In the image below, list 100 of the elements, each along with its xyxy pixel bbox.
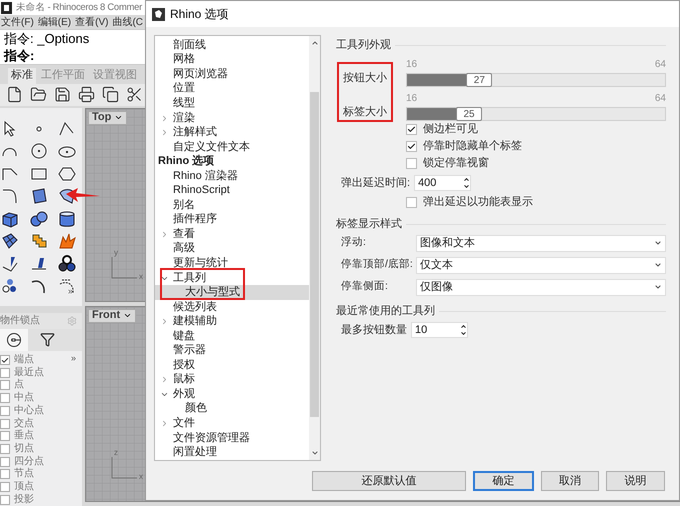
tree-item[interactable]: 剖面线 <box>155 38 309 53</box>
menu-item[interactable]: 文件(F) <box>1 14 34 30</box>
tree-item[interactable]: 建模辅助 <box>155 314 309 329</box>
cylinder-icon[interactable] <box>58 210 76 228</box>
checkbox[interactable] <box>0 456 10 467</box>
copy-icon[interactable] <box>102 86 119 104</box>
checkbox[interactable] <box>0 355 10 366</box>
save-icon[interactable] <box>54 86 71 104</box>
new-file-icon[interactable] <box>6 86 23 104</box>
slider-track[interactable]: 25 <box>406 107 666 121</box>
checkbox[interactable] <box>0 431 10 442</box>
open-folder-icon[interactable] <box>30 86 47 104</box>
dropdown[interactable]: 仅文本 <box>416 256 666 274</box>
menu-item[interactable]: 曲线(C <box>112 14 144 30</box>
dialog-button[interactable]: 说明 <box>606 471 666 491</box>
spheres-icon[interactable] <box>30 210 48 228</box>
checkbox[interactable] <box>0 368 10 378</box>
slider-track[interactable]: 27 <box>406 73 666 87</box>
scroll-down-icon[interactable] <box>310 449 318 457</box>
polygon-icon[interactable] <box>58 164 76 183</box>
checkbox[interactable] <box>406 141 417 152</box>
viewport-tab[interactable]: Front <box>88 308 136 323</box>
circle-icon[interactable] <box>30 142 48 160</box>
tree-item[interactable]: 大小与型式 <box>155 285 309 300</box>
dots-icon[interactable] <box>1 277 19 296</box>
dialog-button[interactable]: 确定 <box>473 471 534 491</box>
surface-icon[interactable] <box>30 187 48 206</box>
checkbox[interactable] <box>406 158 417 169</box>
transform-icon[interactable] <box>1 254 19 273</box>
tree-item[interactable]: 外观 <box>155 387 309 402</box>
tree-item[interactable]: 网页浏览器 <box>155 67 309 82</box>
dimension-curve-icon[interactable] <box>58 277 76 296</box>
tree-item[interactable]: Rhino 选项 <box>155 154 309 169</box>
tree-item[interactable]: 线型 <box>155 96 309 111</box>
spin-up-icon[interactable] <box>460 323 467 330</box>
mesh-icon[interactable] <box>1 232 19 250</box>
checkbox[interactable] <box>0 418 10 429</box>
checkbox[interactable] <box>406 124 417 135</box>
checkbox-label: 四分点 <box>14 456 44 467</box>
circles-icon[interactable] <box>58 254 76 273</box>
checkbox[interactable] <box>0 469 10 480</box>
menu-item[interactable]: 编辑(E) <box>38 14 72 30</box>
toolbar-tab[interactable]: 标准 <box>8 68 36 84</box>
fillet-icon[interactable] <box>1 187 19 206</box>
filter-icon[interactable] <box>40 332 55 348</box>
tree-item[interactable]: RhinoScript <box>155 183 309 198</box>
checkbox[interactable] <box>0 406 10 416</box>
cut-icon[interactable] <box>126 86 143 104</box>
checkbox[interactable] <box>0 380 10 390</box>
scroll-up-icon[interactable] <box>310 39 318 47</box>
more-indicator[interactable]: » <box>68 284 74 298</box>
spin-down-icon[interactable] <box>463 183 470 190</box>
tree-item[interactable]: Rhino 渲染器 <box>155 168 309 184</box>
dialog-button[interactable]: 还原默认值 <box>312 471 466 491</box>
spin-up-icon[interactable] <box>463 176 470 183</box>
dialog-button[interactable]: 取消 <box>540 471 600 491</box>
tree-item[interactable]: 文件资源管理器 <box>155 430 309 446</box>
slider-thumb[interactable]: 25 <box>456 107 482 121</box>
menu-item[interactable]: 查看(V) <box>75 14 108 30</box>
number-field[interactable]: 400 <box>414 175 472 191</box>
checkbox[interactable] <box>0 393 10 404</box>
checkbox[interactable] <box>0 494 10 505</box>
box-icon[interactable] <box>1 210 19 228</box>
tree-item[interactable]: 警示器 <box>155 343 309 358</box>
command-line[interactable]: 指令: <box>4 47 34 64</box>
tree-item[interactable]: 位置 <box>155 82 309 96</box>
tree-item[interactable]: 渲染 <box>155 110 309 126</box>
checkbox[interactable] <box>406 197 417 208</box>
tree-item[interactable]: 注解样式 <box>155 125 309 140</box>
tree-item[interactable]: 查看 <box>155 227 309 242</box>
polyline-icon[interactable] <box>58 120 76 138</box>
print-icon[interactable] <box>78 86 95 104</box>
tree-item[interactable]: 颜色 <box>155 402 309 416</box>
spin-down-icon[interactable] <box>460 330 467 337</box>
dropdown[interactable]: 图像和文本 <box>416 234 666 252</box>
tree-item[interactable]: 授权 <box>155 358 309 373</box>
tree-item[interactable]: 鼠标 <box>155 372 309 388</box>
scrollbar-thumb[interactable] <box>310 92 319 417</box>
tree-item[interactable]: 插件程序 <box>155 212 309 228</box>
burst-icon[interactable] <box>58 232 76 250</box>
more-indicator[interactable]: » <box>70 352 76 366</box>
puzzle-icon[interactable] <box>30 232 48 250</box>
checkbox[interactable] <box>0 444 10 454</box>
viewport-tab[interactable]: Top <box>88 110 128 125</box>
checkbox[interactable] <box>0 482 10 492</box>
snap-tab[interactable] <box>0 328 28 351</box>
tree-item[interactable]: 工具列 <box>155 270 309 286</box>
scrollbar[interactable] <box>309 36 320 460</box>
dropdown[interactable]: 仅图像 <box>416 278 666 296</box>
tree-item[interactable]: 键盘 <box>155 328 309 344</box>
tree-item[interactable]: 候选列表 <box>155 300 309 314</box>
number-field[interactable]: 10 <box>411 322 468 338</box>
slider-thumb[interactable]: 27 <box>466 73 492 87</box>
tree-item[interactable]: 更新与统计 <box>155 256 309 271</box>
tree-item[interactable]: 网格 <box>155 52 309 68</box>
tree-item[interactable]: 高级 <box>155 242 309 256</box>
tree-item[interactable]: 别名 <box>155 198 309 213</box>
tree-item[interactable]: 自定义文件文本 <box>155 140 309 154</box>
tree-item[interactable]: 闲置处理 <box>155 445 309 460</box>
tree-item[interactable]: 文件 <box>155 416 309 431</box>
